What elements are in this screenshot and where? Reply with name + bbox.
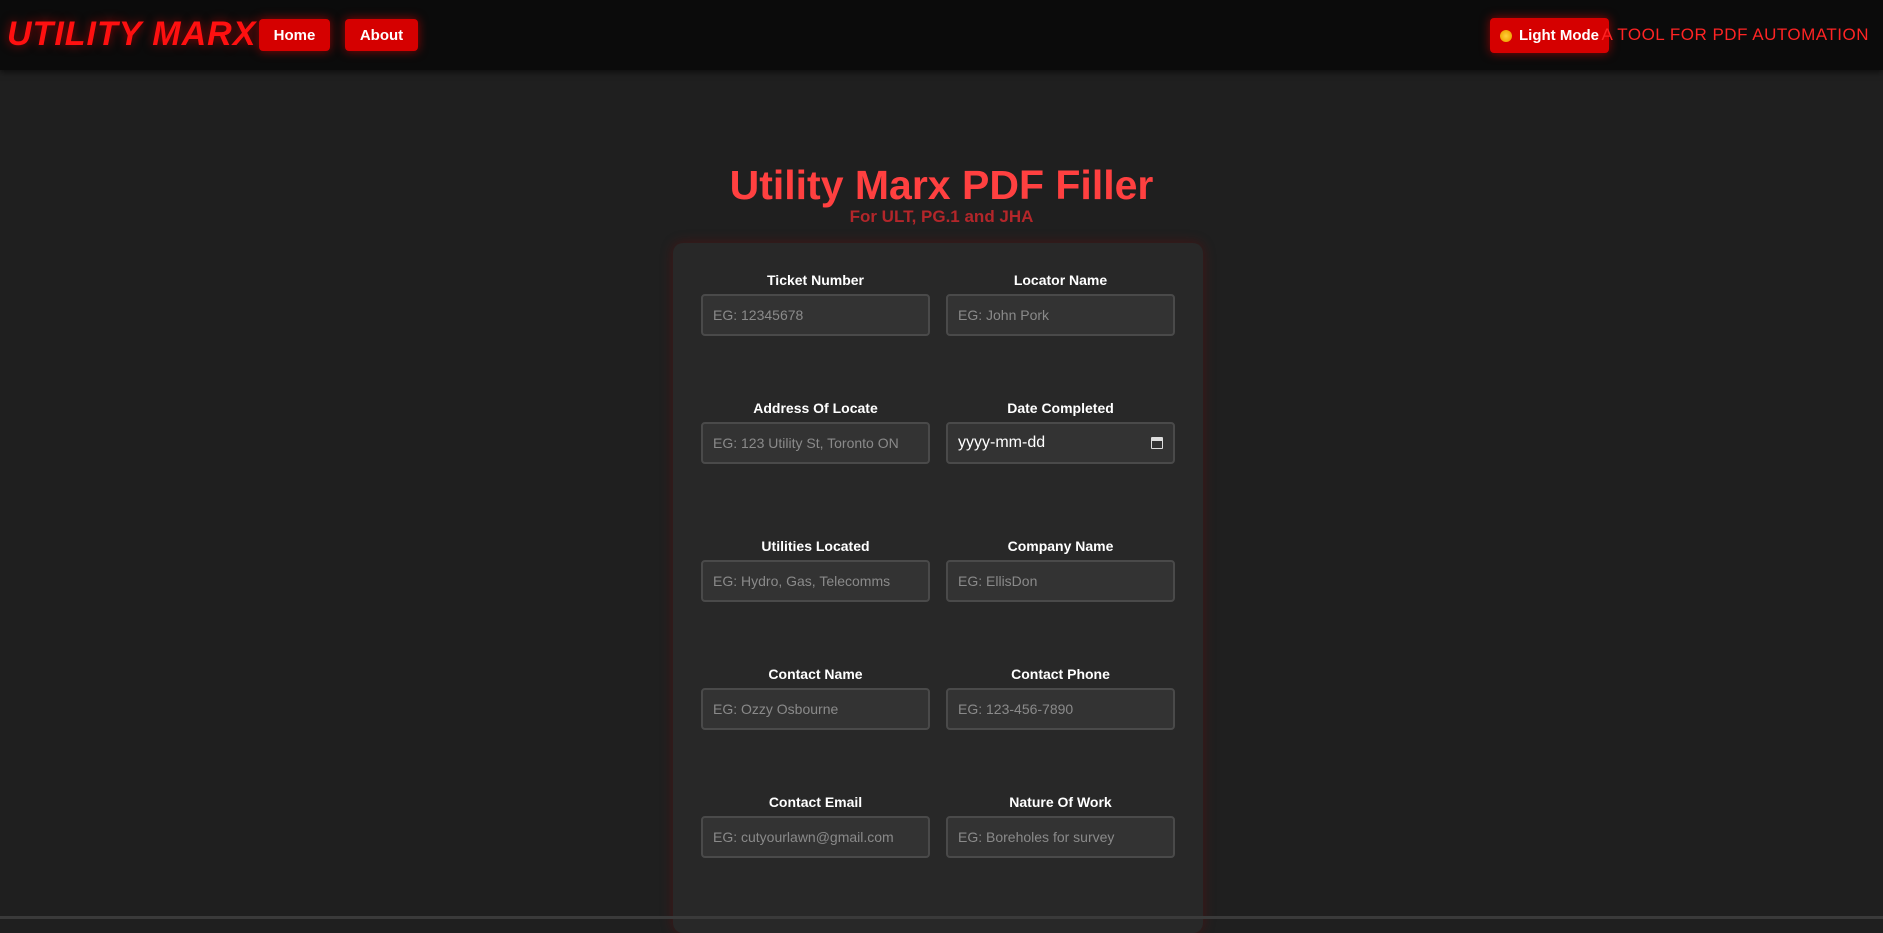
nav-about-button[interactable]: About [345,19,418,51]
ticket-number-label: Ticket Number [767,272,864,288]
utilities-located-input[interactable] [701,560,930,602]
contact-name-label: Contact Name [768,666,863,682]
locator-name-input[interactable] [946,294,1175,336]
page-subtitle: For ULT, PG.1 and JHA [849,207,1034,226]
calendar-icon[interactable] [1151,437,1163,449]
address-of-locate-label: Address Of Locate [753,400,878,416]
date-completed-field: Date Completed yyyy-mm-dd [946,400,1175,464]
nature-of-work-label: Nature Of Work [1009,794,1112,810]
contact-email-label: Contact Email [768,794,863,810]
contact-phone-label: Contact Phone [1011,666,1110,682]
utilities-located-field: Utilities Located [701,538,930,602]
company-name-input[interactable] [946,560,1175,602]
site-tagline: A TOOL FOR PDF AUTOMATION [1601,25,1869,44]
site-logo[interactable]: UTILITY MARX [7,15,256,54]
date-completed-label: Date Completed [1007,400,1114,416]
ticket-number-input[interactable] [701,294,930,336]
address-of-locate-input[interactable] [701,422,930,464]
address-of-locate-field: Address Of Locate [701,400,930,464]
company-name-field: Company Name [946,538,1175,602]
locator-name-label: Locator Name [1013,272,1108,288]
light-mode-label: Light Mode [1519,27,1599,44]
sun-icon [1500,29,1512,42]
contact-phone-field: Contact Phone [946,666,1175,730]
company-name-label: Company Name [1007,538,1114,554]
contact-name-field: Contact Name [701,666,930,730]
ticket-number-field: Ticket Number [701,272,930,336]
date-placeholder: yyyy-mm-dd [958,434,1046,451]
nav-home-button[interactable]: Home [259,19,330,51]
contact-name-input[interactable] [701,688,930,730]
nature-of-work-field: Nature Of Work [946,794,1175,858]
locator-name-field: Locator Name [946,272,1175,336]
contact-email-field: Contact Email [701,794,930,858]
page-title: Utility Marx PDF Filler [729,162,1154,208]
pdf-form-card: Ticket Number Locator Name Address Of Lo… [673,243,1203,933]
contact-phone-input[interactable] [946,688,1175,730]
contact-email-input[interactable] [701,816,930,858]
nature-of-work-input[interactable] [946,816,1175,858]
top-navbar: UTILITY MARX Home About Light Mode A TOO… [0,0,1883,70]
date-completed-input[interactable]: yyyy-mm-dd [946,422,1175,464]
utilities-located-label: Utilities Located [761,538,870,554]
light-mode-toggle-button[interactable]: Light Mode [1490,18,1609,53]
